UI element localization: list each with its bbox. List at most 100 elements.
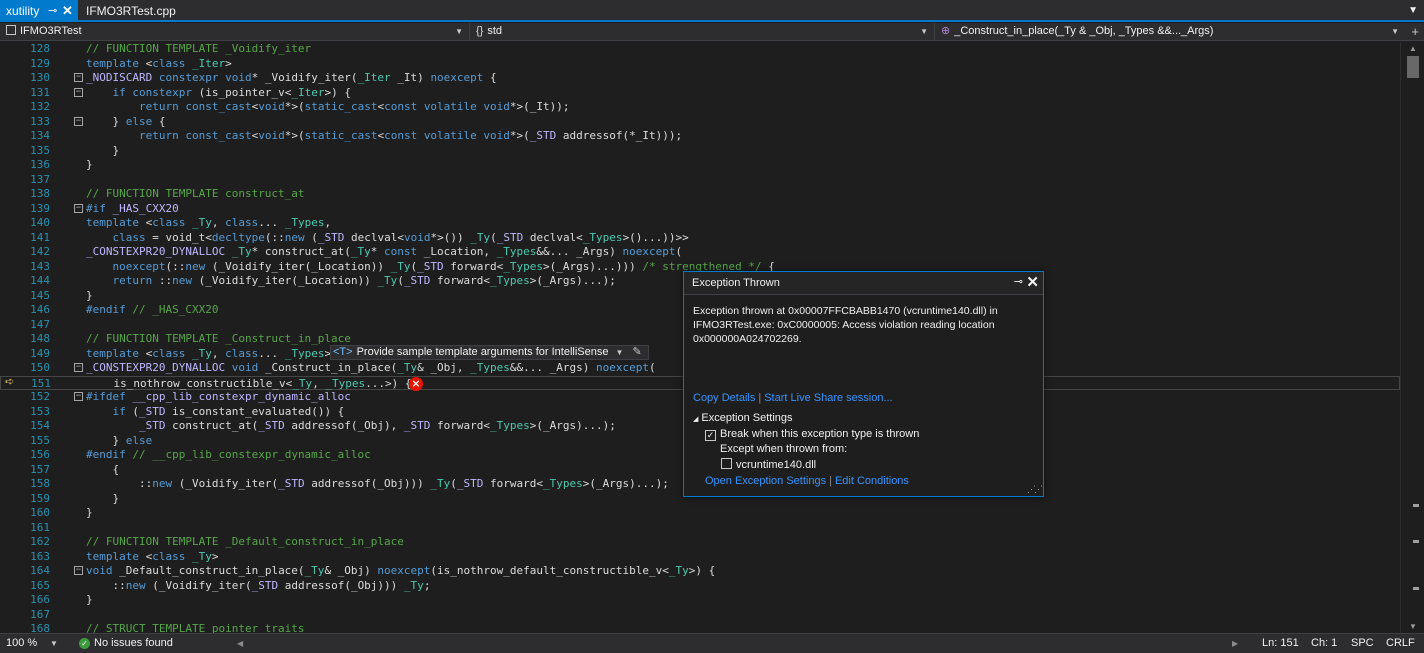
- tab-xutility[interactable]: xutility ⊸ ✕: [0, 0, 78, 22]
- code-line[interactable]: 128 // FUNCTION TEMPLATE _Voidify_iter: [0, 42, 1400, 57]
- chevron-down-icon[interactable]: ▼: [50, 634, 58, 653]
- fold-toggle-icon[interactable]: −: [74, 87, 83, 97]
- line-number: 155: [30, 433, 50, 447]
- scroll-left-arrow-icon[interactable]: ◀: [237, 634, 243, 653]
- fold-toggle-icon[interactable]: −: [74, 73, 83, 82]
- line-number: 149: [30, 346, 50, 360]
- scroll-marker: [1413, 504, 1419, 507]
- message-line: Exception thrown at 0x00007FFCBABB1470 (…: [693, 305, 998, 317]
- project-dropdown[interactable]: IFMO3RTest ▼: [0, 23, 470, 41]
- code-line[interactable]: 162 // FUNCTION TEMPLATE _Default_constru…: [0, 535, 1400, 550]
- tab-label: xutility: [6, 4, 40, 18]
- code-line[interactable]: 132 return const_cast<void*>(static_cast…: [0, 100, 1400, 115]
- line-number: 130: [30, 71, 50, 84]
- chevron-down-icon[interactable]: ▼: [616, 348, 624, 357]
- code-text: // FUNCTION TEMPLATE _Voidify_iter: [86, 42, 312, 55]
- code-line[interactable]: 137: [0, 173, 1400, 188]
- fold-toggle-icon[interactable]: −: [74, 392, 83, 401]
- code-line[interactable]: 168 // STRUCT TEMPLATE pointer_traits: [0, 622, 1400, 633]
- except-when-thrown-label: Except when thrown from:: [720, 443, 848, 455]
- exception-message: Exception thrown at 0x00007FFCBABB1470 (…: [693, 304, 1033, 346]
- line-number: 129: [30, 56, 50, 70]
- line-number: 135: [30, 143, 50, 157]
- intellisense-label: Provide sample template arguments for In…: [356, 346, 609, 358]
- pencil-icon[interactable]: ✎: [633, 346, 642, 358]
- line-number: 136: [30, 158, 50, 171]
- popup-action-links: Copy Details | Start Live Share session...: [693, 392, 893, 404]
- popup-footer-links: Open Exception Settings | Edit Conditions: [705, 475, 909, 487]
- copy-details-link[interactable]: Copy Details: [693, 392, 755, 404]
- tab-list-dropdown-icon[interactable]: ▼: [1408, 0, 1418, 22]
- fold-toggle-icon[interactable]: −: [74, 566, 83, 575]
- whitespace-indicator[interactable]: SPC: [1351, 634, 1374, 653]
- code-line[interactable]: 161: [0, 521, 1400, 536]
- code-line[interactable]: 167: [0, 608, 1400, 623]
- close-icon[interactable]: ✕: [1026, 273, 1039, 291]
- issues-indicator[interactable]: No issues found: [94, 634, 173, 653]
- code-line[interactable]: 138 // FUNCTION TEMPLATE construct_at: [0, 187, 1400, 202]
- tab-ifmo3rtest-cpp[interactable]: IFMO3RTest.cpp: [80, 0, 176, 22]
- code-text: {: [86, 462, 120, 476]
- code-line[interactable]: 140 template <class _Ty, class... _Types,: [0, 216, 1400, 231]
- fold-toggle-icon[interactable]: −: [74, 116, 83, 126]
- line-ending-indicator[interactable]: CRLF: [1386, 634, 1415, 653]
- code-line[interactable]: 164 − void _Default_construct_in_place(_Ty…: [0, 564, 1400, 579]
- module-exception-checkbox[interactable]: vcruntime140.dll: [721, 458, 816, 471]
- code-line[interactable]: 165 ::new (_Voidify_iter(_STD addressof(…: [0, 579, 1400, 594]
- code-line[interactable]: 136}: [0, 158, 1400, 173]
- link-separator: |: [829, 475, 832, 487]
- code-line[interactable]: 130 − _NODISCARD constexpr void* _Voidify_…: [0, 71, 1400, 86]
- line-number: 148: [30, 332, 50, 345]
- resize-grip-icon[interactable]: ⋰⋰: [1027, 484, 1043, 495]
- fold-toggle-icon[interactable]: −: [74, 203, 83, 213]
- line-number: 165: [30, 578, 50, 592]
- chevron-down-icon: ▼: [455, 27, 463, 36]
- code-line[interactable]: 131 − if constexpr (is_pointer_v<_Iter>) …: [0, 86, 1400, 101]
- code-text: template <class _Ty>: [86, 549, 219, 563]
- namespace-label: std: [487, 25, 503, 37]
- zoom-level[interactable]: 100 %: [6, 634, 37, 653]
- close-icon[interactable]: ✕: [62, 0, 73, 22]
- line-number: 146: [30, 303, 50, 316]
- code-line[interactable]: 160}: [0, 506, 1400, 521]
- pin-icon[interactable]: ⊸: [1014, 275, 1023, 288]
- edit-conditions-link[interactable]: Edit Conditions: [835, 475, 909, 487]
- code-line[interactable]: 139 − #if _HAS_CXX20: [0, 202, 1400, 217]
- live-share-link[interactable]: Start Live Share session...: [764, 392, 892, 404]
- code-line[interactable]: 163 template <class _Ty>: [0, 550, 1400, 565]
- scroll-right-arrow-icon[interactable]: ▶: [1232, 634, 1238, 653]
- checkbox-unchecked-icon: [721, 458, 732, 469]
- member-dropdown[interactable]: ⊕ _Construct_in_place(_Ty & _Obj, _Types …: [935, 23, 1405, 41]
- scroll-down-arrow-icon[interactable]: ▼: [1409, 622, 1417, 631]
- line-number-indicator[interactable]: Ln: 151: [1262, 634, 1299, 653]
- code-line[interactable]: 129 template <class _Iter>: [0, 57, 1400, 72]
- pin-icon[interactable]: ⊸: [48, 0, 57, 22]
- vertical-scrollbar[interactable]: ▲ ▼: [1400, 42, 1424, 633]
- open-exception-settings-link[interactable]: Open Exception Settings: [705, 475, 826, 487]
- fold-toggle-icon[interactable]: −: [74, 363, 83, 372]
- code-line[interactable]: 133 − } else {: [0, 115, 1400, 130]
- code-line[interactable]: 166}: [0, 593, 1400, 608]
- code-line[interactable]: 134 return const_cast<void*>(static_cast…: [0, 129, 1400, 144]
- code-text: is_nothrow_constructible_v<_Ty, _Types..…: [87, 376, 412, 390]
- exception-settings-header[interactable]: ◢ Exception Settings: [693, 412, 793, 424]
- error-icon[interactable]: ×: [409, 376, 423, 391]
- split-window-icon[interactable]: +: [1411, 23, 1419, 40]
- exception-thrown-popup: Exception Thrown ⊸ ✕ Exception thrown at…: [683, 271, 1044, 497]
- code-line[interactable]: 142 _CONSTEXPR20_DYNALLOC _Ty* construct_…: [0, 245, 1400, 260]
- namespace-dropdown[interactable]: {} std ▼: [470, 23, 935, 41]
- popup-title: Exception Thrown: [692, 277, 780, 289]
- line-number: 152: [30, 390, 50, 403]
- code-text: ::new (_Voidify_iter(_STD addressof(_Obj…: [86, 477, 669, 490]
- char-indicator[interactable]: Ch: 1: [1311, 634, 1337, 653]
- line-number: 137: [30, 172, 50, 186]
- code-line[interactable]: 141 class = void_t<decltype(::new (_STD …: [0, 231, 1400, 246]
- editor-status-bar: 100 % ▼ ✓ No issues found ◀ ▶ Ln: 151 Ch…: [0, 633, 1424, 653]
- scrollbar-thumb[interactable]: [1407, 56, 1419, 78]
- intellisense-template-bar[interactable]: <T> Provide sample template arguments for…: [330, 345, 649, 360]
- code-line[interactable]: 135 }: [0, 144, 1400, 159]
- scroll-up-arrow-icon[interactable]: ▲: [1409, 44, 1417, 53]
- break-when-thrown-checkbox[interactable]: ✓ Break when this exception type is throw…: [705, 428, 919, 441]
- line-number: 166: [30, 593, 50, 606]
- code-text: ::new (_Voidify_iter(_STD addressof(_Obj…: [86, 578, 431, 592]
